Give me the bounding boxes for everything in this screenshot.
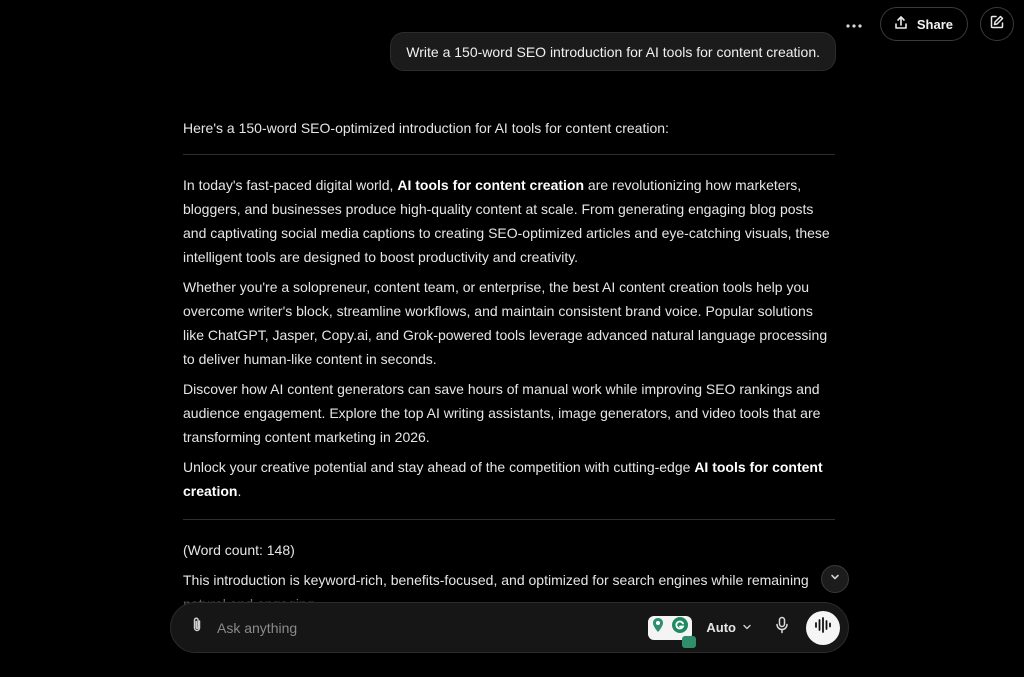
response-paragraph-4: Unlock your creative potential and stay … xyxy=(183,455,835,503)
word-count: (Word count: 148) xyxy=(183,542,295,558)
extension-badge[interactable] xyxy=(648,615,697,648)
share-button[interactable]: Share xyxy=(879,7,968,41)
top-bar: Share xyxy=(840,6,1014,42)
response-paragraph-2: Whether you're a solopreneur, content te… xyxy=(183,279,828,367)
more-icon xyxy=(846,15,862,33)
chevron-down-icon xyxy=(742,620,752,635)
divider xyxy=(183,154,835,155)
response-paragraph-1: In today's fast-paced digital world, AI … xyxy=(183,173,835,269)
paperclip-icon xyxy=(189,616,205,639)
location-pin-icon xyxy=(651,617,665,638)
share-label: Share xyxy=(916,16,953,32)
chevron-down-icon xyxy=(829,570,841,588)
scroll-to-bottom-button[interactable] xyxy=(821,565,849,593)
assistant-response: Here's a 150-word SEO-optimized introduc… xyxy=(183,116,835,616)
divider xyxy=(183,519,835,520)
user-message-bubble: Write a 150-word SEO introduction for AI… xyxy=(390,32,836,71)
mic-icon xyxy=(775,616,789,639)
text-span: . xyxy=(237,483,242,499)
bold-keyword: AI tools for content creation xyxy=(397,177,585,193)
text-span: In today's fast-paced digital world, xyxy=(183,177,398,193)
voice-mode-button[interactable] xyxy=(806,610,840,645)
ask-input[interactable] xyxy=(217,619,649,636)
more-options-button[interactable] xyxy=(840,10,868,38)
user-message-text: Write a 150-word SEO introduction for AI… xyxy=(406,43,820,60)
edit-icon xyxy=(989,14,1005,35)
text-span: Unlock your creative potential and stay … xyxy=(183,459,695,475)
share-icon xyxy=(893,15,909,34)
response-paragraph-3: Discover how AI content generators can s… xyxy=(183,381,821,445)
composer: Auto xyxy=(170,602,849,653)
mode-selector[interactable]: Auto xyxy=(706,620,752,635)
response-intro: Here's a 150-word SEO-optimized introduc… xyxy=(183,120,669,136)
bot-icon xyxy=(682,635,697,648)
mic-button[interactable] xyxy=(772,616,792,639)
new-chat-button[interactable] xyxy=(980,7,1014,41)
attach-button[interactable] xyxy=(187,616,207,639)
mode-label: Auto xyxy=(706,620,736,635)
voice-wave-icon xyxy=(814,617,832,638)
